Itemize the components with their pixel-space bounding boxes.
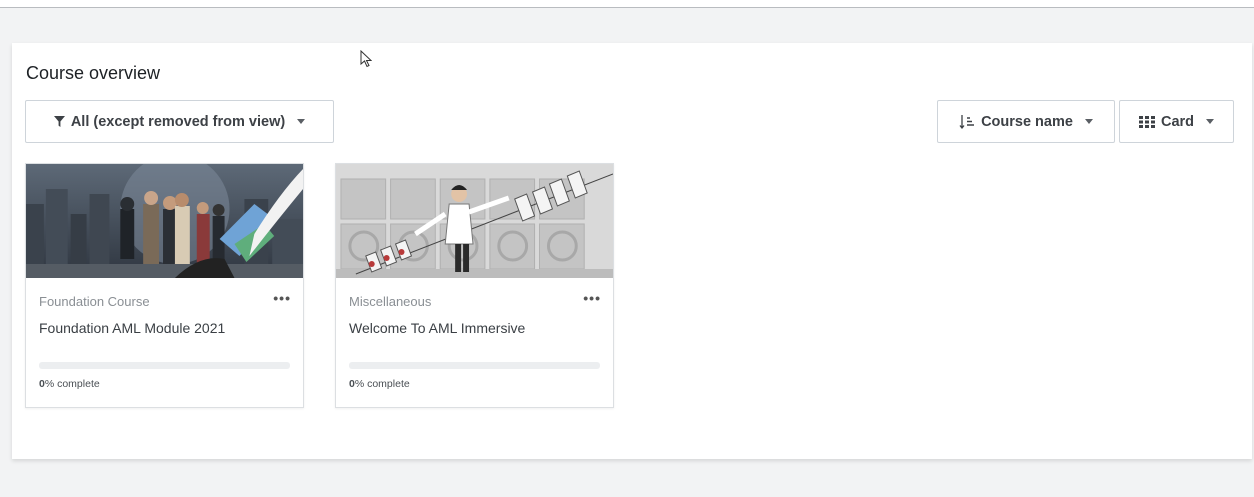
ellipsis-icon[interactable]: •••: [583, 290, 601, 306]
course-category: Miscellaneous: [349, 294, 432, 309]
sort-dropdown-button[interactable]: Course name: [937, 100, 1115, 143]
chevron-down-icon: [1084, 119, 1093, 124]
progress-text: 0% complete: [349, 378, 600, 390]
filter-label: All (except removed from view): [70, 113, 286, 130]
course-image[interactable]: [336, 164, 613, 278]
chevron-down-icon: [297, 119, 306, 124]
filter-dropdown-button[interactable]: All (except removed from view): [25, 100, 334, 143]
view-dropdown-button[interactable]: Card: [1119, 100, 1234, 143]
course-name-link[interactable]: Foundation AML Module 2021: [39, 320, 290, 336]
progress-text: 0% complete: [39, 378, 290, 390]
top-rule: [0, 0, 1254, 8]
chevron-down-icon: [1206, 119, 1215, 124]
progress-bar: [349, 362, 600, 369]
progress-suffix: % complete: [354, 378, 410, 390]
mouse-cursor-icon: [360, 50, 372, 68]
progress-bar: [39, 362, 290, 369]
block-title: Course overview: [26, 63, 161, 83]
course-card[interactable]: Foundation Course ••• Foundation AML Mod…: [25, 163, 304, 408]
course-name-link[interactable]: Welcome To AML Immersive: [349, 320, 600, 336]
sort-icon: [959, 114, 975, 129]
ellipsis-icon[interactable]: •••: [273, 290, 291, 306]
sort-label: Course name: [981, 113, 1073, 130]
course-image[interactable]: [26, 164, 303, 278]
course-card[interactable]: Miscellaneous ••• Welcome To AML Immersi…: [335, 163, 614, 408]
course-overview-block: Course overview All (except removed from…: [12, 43, 1252, 459]
filter-icon: [53, 116, 65, 127]
grid-icon: [1138, 115, 1155, 128]
view-label: Card: [1160, 113, 1195, 130]
progress-suffix: % complete: [44, 378, 100, 390]
course-category: Foundation Course: [39, 294, 150, 309]
